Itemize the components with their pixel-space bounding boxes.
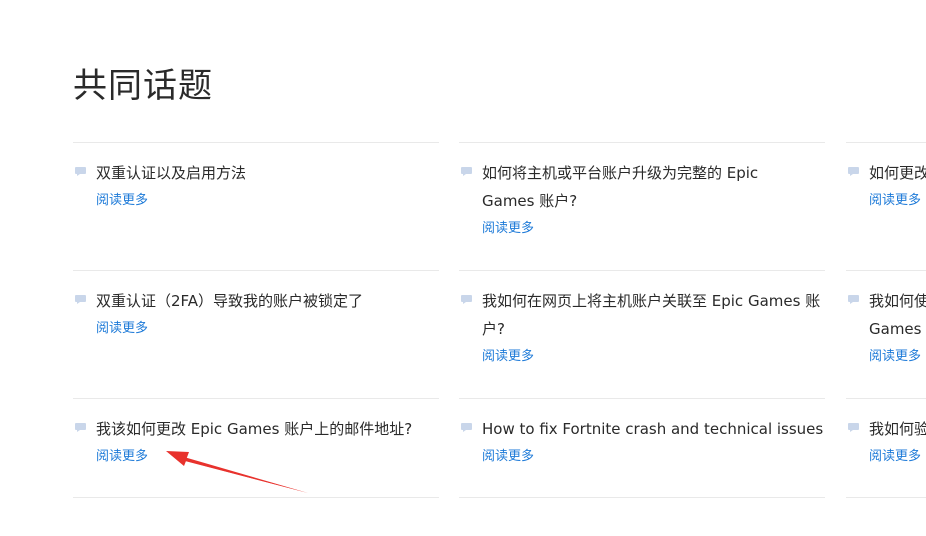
topic-title[interactable]: 我如何验 [869,415,926,443]
topic-card: 如何将主机或平台账户升级为完整的 Epic Games 账户? 阅读更多 [459,142,825,270]
speech-bubble-icon [75,423,86,432]
read-more-link[interactable]: 阅读更多 [869,343,926,371]
page: 共同话题 双重认证以及启用方法 阅读更多 如何将主机或平台账户升级为完整的 Ep… [0,0,926,536]
read-more-link[interactable]: 阅读更多 [482,443,825,471]
topic-title[interactable]: 我如何在网页上将主机账户关联至 Epic Games 账户? [482,287,827,343]
topic-title[interactable]: 如何更改 [869,159,926,187]
topic-card: How to fix Fortnite crash and technical … [459,398,825,498]
topic-card: 我该如何更改 Epic Games 账户上的邮件地址? 阅读更多 [73,398,439,498]
topic-card: 如何更改 阅读更多 [846,142,926,270]
speech-bubble-icon [461,295,472,304]
read-more-link[interactable]: 阅读更多 [869,187,926,215]
speech-bubble-icon [848,423,859,432]
topic-title[interactable]: 我该如何更改 Epic Games 账户上的邮件地址? [96,415,439,443]
topic-card: 双重认证（2FA）导致我的账户被锁定了 阅读更多 [73,270,439,398]
topic-title[interactable]: 双重认证（2FA）导致我的账户被锁定了 [96,287,439,315]
speech-bubble-icon [848,295,859,304]
topic-title[interactable]: 如何将主机或平台账户升级为完整的 Epic Games 账户? [482,159,802,215]
speech-bubble-icon [75,295,86,304]
speech-bubble-icon [848,167,859,176]
topic-title[interactable]: How to fix Fortnite crash and technical … [482,415,825,443]
topic-title[interactable]: 双重认证以及启用方法 [96,159,439,187]
read-more-link[interactable]: 阅读更多 [96,187,439,215]
topic-title[interactable]: 我如何使 Games [869,287,926,343]
speech-bubble-icon [75,167,86,176]
speech-bubble-icon [461,167,472,176]
read-more-link[interactable]: 阅读更多 [869,443,926,471]
section-title: 共同话题 [73,66,213,106]
read-more-link[interactable]: 阅读更多 [96,315,439,343]
read-more-link[interactable]: 阅读更多 [482,343,825,371]
topic-card: 我如何验 阅读更多 [846,398,926,498]
read-more-link[interactable]: 阅读更多 [96,443,439,471]
speech-bubble-icon [461,423,472,432]
read-more-link[interactable]: 阅读更多 [482,215,825,243]
topic-card: 我如何在网页上将主机账户关联至 Epic Games 账户? 阅读更多 [459,270,825,398]
topic-card: 我如何使 Games 阅读更多 [846,270,926,398]
topic-card: 双重认证以及启用方法 阅读更多 [73,142,439,270]
